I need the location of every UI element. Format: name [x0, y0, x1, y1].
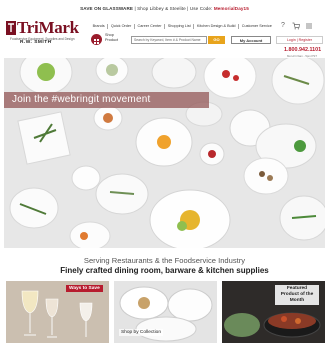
trimark-logo-icon — [6, 21, 16, 35]
hero-image[interactable]: Join the #webringit movement — [4, 58, 325, 248]
shop-product-label[interactable]: Shop Product — [105, 33, 123, 43]
top-nav: Brands Quick Order Career Center Shoppin… — [90, 24, 275, 29]
cart-icon[interactable] — [292, 22, 300, 30]
promo-middle[interactable]: | Shop Libbey & Steelite | Use Code: — [134, 6, 212, 11]
nav-brands[interactable]: Brands — [90, 24, 109, 29]
shop-product-button[interactable] — [91, 34, 102, 45]
phone-number[interactable]: 1.800.942.1101 — [284, 47, 321, 53]
promo-code: MemorialDay15 — [213, 6, 249, 11]
nav-quick-order[interactable]: Quick Order — [108, 24, 135, 29]
tagline-serving: Serving Restaurants & the Foodservice In… — [83, 256, 246, 265]
brand-division: R.W. SMITH — [20, 40, 52, 45]
promo-bar[interactable]: SAVE ON GLASSWARE | Shop Libbey & Steeli… — [0, 4, 329, 14]
featured-product-label[interactable]: Featured Product of the Month — [275, 285, 319, 305]
promo-prefix: SAVE ON GLASSWARE — [80, 6, 134, 11]
tableware-photo — [4, 58, 325, 248]
nav-shopping-list[interactable]: Shopping List — [165, 24, 195, 29]
menu-icon[interactable] — [305, 22, 313, 30]
help-icon[interactable]: ? — [279, 22, 287, 30]
nav-career-center[interactable]: Career Center — [135, 24, 166, 29]
tagline-finely-crafted: Finely crafted dining room, barware & ki… — [60, 266, 269, 275]
search-go-button[interactable]: GO — [208, 36, 225, 44]
shop-by-collection-label[interactable]: Shop by Collection — [119, 329, 163, 336]
featured-product-tile[interactable]: Featured Product of the Month — [222, 281, 325, 343]
nav-customer-service[interactable]: Customer Service — [239, 24, 274, 29]
login-register-button[interactable]: Login | Register — [276, 36, 323, 44]
search-input[interactable]: Search by Keyword, Item # & Product Name — [131, 36, 207, 44]
my-account-button[interactable]: My Account — [231, 36, 271, 44]
ways-to-save-label[interactable]: Ways to Save — [66, 285, 103, 292]
brand-name: TriMark — [17, 18, 79, 37]
hero-banner-text[interactable]: Join the #webringit movement — [12, 94, 150, 105]
grid-icon — [94, 39, 99, 44]
header-icons: ? — [279, 22, 313, 30]
shop-by-collection-tile[interactable]: Shop by Collection — [114, 281, 217, 343]
nav-kitchen-design[interactable]: Kitchen Design & Build — [194, 24, 240, 29]
ways-to-save-tile[interactable]: Ways to Save — [6, 281, 109, 343]
